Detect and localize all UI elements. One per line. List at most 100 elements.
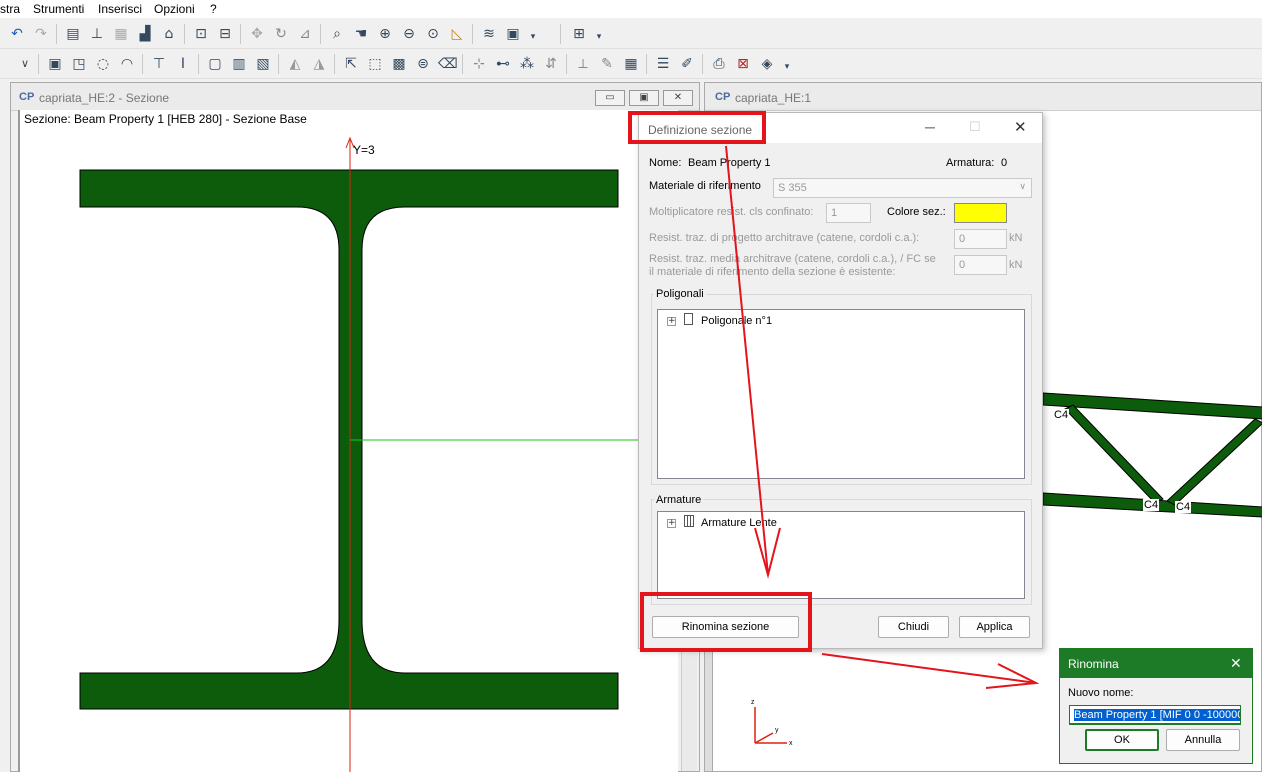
new-name-input[interactable]: Beam Property 1 [MIF 0 0 -100000 [1069,705,1241,725]
apply-button[interactable]: Applica [959,616,1030,638]
y-axis-label: Y=3 [353,143,375,157]
more-dropdown-icon[interactable]: ▾ [778,58,796,76]
erase-icon[interactable]: ⌫ [438,55,458,73]
multiplier-input[interactable]: 1 [826,203,871,223]
tool-icon[interactable]: ✎ [598,55,616,73]
dropdown-arrow-icon[interactable]: ▾ [524,28,542,46]
ibeam-icon[interactable]: Ⅰ [174,55,192,73]
wall-icon[interactable]: ▦ [112,25,130,43]
section-icon[interactable]: ▣ [46,55,64,73]
menu-opzioni[interactable]: Opzioni [154,2,195,16]
add-rect-icon[interactable]: ◳ [70,55,88,73]
diagonal-right [1166,418,1262,506]
model-window-title: capriata_HE:1 [735,91,812,105]
fill-icon[interactable]: ◈ [758,55,776,73]
measure-icon[interactable]: ◺ [448,25,466,43]
toolbar-top: ↶ ↷ ▤ ⊥ ▦ ▟ ⌂ ⊡ ⊟ ✥ ↻ ⊿ ⌕ ☚ ⊕ ⊖ ⊙ ◺ ≋ ▣ … [0,20,1262,49]
cancel-button[interactable]: Annulla [1166,729,1240,751]
section-window-title: capriata_HE:2 - Sezione [39,91,170,105]
export-icon[interactable]: ⊟ [216,25,234,43]
move-icon[interactable]: ✥ [248,25,266,43]
menu-strumenti[interactable]: Strumenti [33,2,84,16]
polygon-icon [684,313,693,325]
frame-icon[interactable]: ▢ [206,55,224,73]
frame-props-icon[interactable]: ▧ [254,55,272,73]
edit-report-icon[interactable]: ✐ [678,55,696,73]
material-icon[interactable]: ⊜ [414,55,432,73]
add-node-icon[interactable]: ⊹ [470,55,488,73]
armature-tree[interactable]: + Armature Lente [657,511,1025,599]
menu-inserisci[interactable]: Inserisci [98,2,142,16]
close-button[interactable]: ✕ [663,90,693,106]
resist2-input[interactable]: 0 [954,255,1007,275]
dimension-icon[interactable]: ⟂ [574,55,592,73]
restore-button[interactable]: ▣ [629,90,659,106]
pick-icon[interactable]: ⇱ [342,55,360,73]
minimize-button[interactable]: ▭ [595,90,625,106]
zoom-window-icon[interactable]: ⌕ [328,25,346,43]
poligonale-item[interactable]: Poligonale n°1 [701,315,772,327]
resist1-label: Resist. traz. di progetto architrave (ca… [649,232,920,244]
add-arc-icon[interactable]: ◠ [118,55,136,73]
chevron-down-icon: ∨ [1019,181,1026,191]
axis-x-label: x [789,740,793,747]
poligonali-tree[interactable]: + Poligonale n°1 [657,309,1025,479]
add-rebar-icon[interactable]: ⁂ [518,55,536,73]
add-circle-icon[interactable]: ◌ [94,55,112,73]
dialog-minimize-icon[interactable]: ─ [925,119,935,135]
menu-help[interactable]: ? [210,2,217,16]
rename-dialog-title: Rinomina [1068,657,1119,671]
undo-icon[interactable]: ↶ [8,25,26,43]
node-label: C4 [1143,499,1160,511]
redo-icon[interactable]: ↷ [32,25,50,43]
chevron-down-icon[interactable]: ∨ [16,55,34,73]
grid-icon[interactable]: ▦ [622,55,640,73]
menu-finestra[interactable]: stra [0,2,20,16]
snap-dropdown-icon[interactable]: ▾ [590,28,608,46]
building-icon[interactable]: ⌂ [160,25,178,43]
rotate-icon[interactable]: ↻ [272,25,290,43]
material-select[interactable]: S 355 ∨ [773,178,1032,198]
print-icon[interactable]: ⎙ [710,55,728,73]
check-icon[interactable]: ⊠ [734,55,752,73]
properties-icon[interactable]: ▤ [64,25,82,43]
dialog-close-icon[interactable]: ✕ [1014,118,1027,136]
dialog-maximize-icon[interactable]: ☐ [969,119,981,135]
tee-icon[interactable]: ⊤ [150,55,168,73]
resist2-unit: kN [1009,259,1023,271]
import-icon[interactable]: ⊡ [192,25,210,43]
layers-icon[interactable]: ▟ [136,25,154,43]
rebar-grid-icon [684,515,694,527]
node-label: C4 [1053,409,1070,421]
expand-icon[interactable]: + [667,519,676,528]
layer-stack-icon[interactable]: ≋ [480,25,498,43]
pan-icon[interactable]: ☚ [352,25,370,43]
section-canvas[interactable]: Sezione: Beam Property 1 [HEB 280] - Sez… [18,110,678,772]
flip-v-icon[interactable]: ◮ [310,55,328,73]
snap-icon[interactable]: ⊞ [570,25,588,43]
section-definition-dialog: Definizione sezione ─ ☐ ✕ Nome: Beam Pro… [638,112,1043,649]
armature-item[interactable]: Armature Lente [701,517,777,529]
expand-icon[interactable]: + [667,317,676,326]
report-icon[interactable]: ☰ [654,55,672,73]
highlight-rename-button [640,592,812,652]
mirror-icon[interactable]: ⊿ [296,25,314,43]
material-label: Materiale di riferimento [649,180,761,192]
color-swatch[interactable] [954,203,1007,223]
select-area-icon[interactable]: ⬚ [366,55,384,73]
frame-edit-icon[interactable]: ▥ [230,55,248,73]
zoom-in-icon[interactable]: ⊕ [376,25,394,43]
flip-h-icon[interactable]: ◭ [286,55,304,73]
close-dialog-button[interactable]: Chiudi [878,616,949,638]
zoom-out-icon[interactable]: ⊖ [400,25,418,43]
close-icon[interactable]: ✕ [1230,655,1242,672]
armatura-label: Armatura: [946,157,995,169]
ok-button[interactable]: OK [1085,729,1159,751]
add-bar-icon[interactable]: ⊷ [494,55,512,73]
hatch-icon[interactable]: ▩ [390,55,408,73]
zoom-all-icon[interactable]: ⊙ [424,25,442,43]
resist1-input[interactable]: 0 [954,229,1007,249]
foundation-icon[interactable]: ⊥ [88,25,106,43]
distribute-icon[interactable]: ⇵ [542,55,560,73]
view-settings-icon[interactable]: ▣ [504,25,522,43]
